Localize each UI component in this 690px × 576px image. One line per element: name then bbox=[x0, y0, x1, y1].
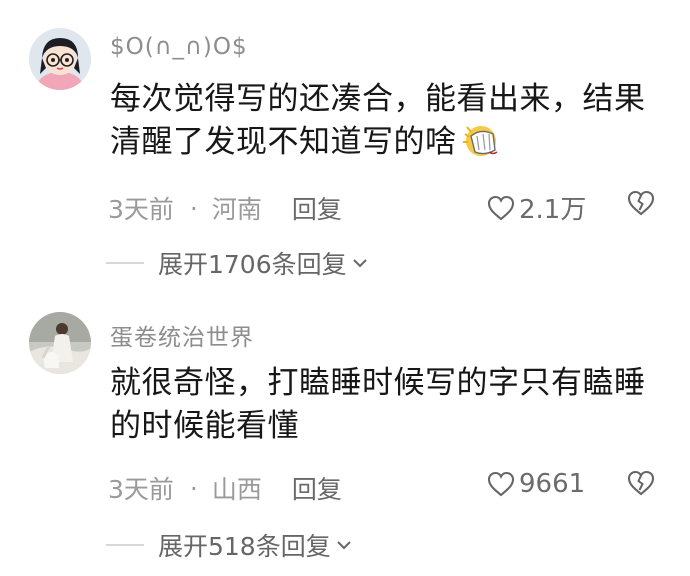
comment-meta: 3天前 · 河南 回复 bbox=[108, 190, 342, 226]
expand-replies-button[interactable]: 展开1706条回复 bbox=[106, 245, 369, 281]
like-button[interactable]: 2.1万 bbox=[486, 189, 586, 226]
reply-button[interactable]: 回复 bbox=[292, 190, 342, 226]
like-count: 2.1万 bbox=[519, 195, 587, 225]
expand-replies-label: 展开518条回复 bbox=[158, 532, 331, 561]
comment-username[interactable]: $O(∩_∩)O$ bbox=[110, 34, 248, 60]
chevron-down-icon bbox=[337, 541, 351, 550]
comment-location: 山西 bbox=[211, 475, 262, 504]
meta-separator: · bbox=[189, 473, 198, 503]
comment-time: 3天前 bbox=[108, 475, 174, 504]
facepalm-emoji-icon bbox=[459, 122, 503, 158]
broken-heart-icon bbox=[627, 470, 655, 496]
comment-text: 就很奇怪，打瞌睡时候写的字只有瞌睡的时候能看懂 bbox=[110, 362, 670, 448]
heart-outline-icon bbox=[487, 195, 515, 220]
comment-meta: 3天前 · 山西 回复 bbox=[108, 470, 342, 506]
like-count: 9661 bbox=[519, 469, 586, 499]
avatar[interactable] bbox=[29, 312, 91, 374]
comment-time: 3天前 bbox=[108, 195, 174, 224]
divider bbox=[106, 544, 144, 546]
comment-text-body: 就很奇怪，打瞌睡时候写的字只有瞌睡的时候能看懂 bbox=[110, 365, 646, 444]
comment-username[interactable]: 蛋卷统治世界 bbox=[110, 318, 254, 352]
avatar[interactable] bbox=[29, 28, 91, 90]
meta-separator: · bbox=[189, 193, 198, 223]
reply-button[interactable]: 回复 bbox=[292, 470, 342, 506]
like-button[interactable]: 9661 bbox=[486, 469, 585, 499]
comment-text-body: 每次觉得写的还凑合，能看出来，结果清醒了发现不知道写的啥 bbox=[110, 81, 646, 160]
expand-replies-label: 展开1706条回复 bbox=[158, 250, 347, 279]
chevron-down-icon bbox=[352, 259, 367, 268]
comment-location: 河南 bbox=[211, 195, 262, 224]
dislike-button[interactable] bbox=[626, 189, 656, 221]
broken-heart-icon bbox=[627, 190, 655, 216]
expand-replies-button[interactable]: 展开518条回复 bbox=[106, 527, 353, 563]
heart-outline-icon bbox=[487, 471, 515, 497]
dislike-button[interactable] bbox=[626, 469, 656, 501]
comment-text: 每次觉得写的还凑合，能看出来，结果清醒了发现不知道写的啥 bbox=[110, 78, 670, 164]
divider bbox=[106, 262, 144, 264]
